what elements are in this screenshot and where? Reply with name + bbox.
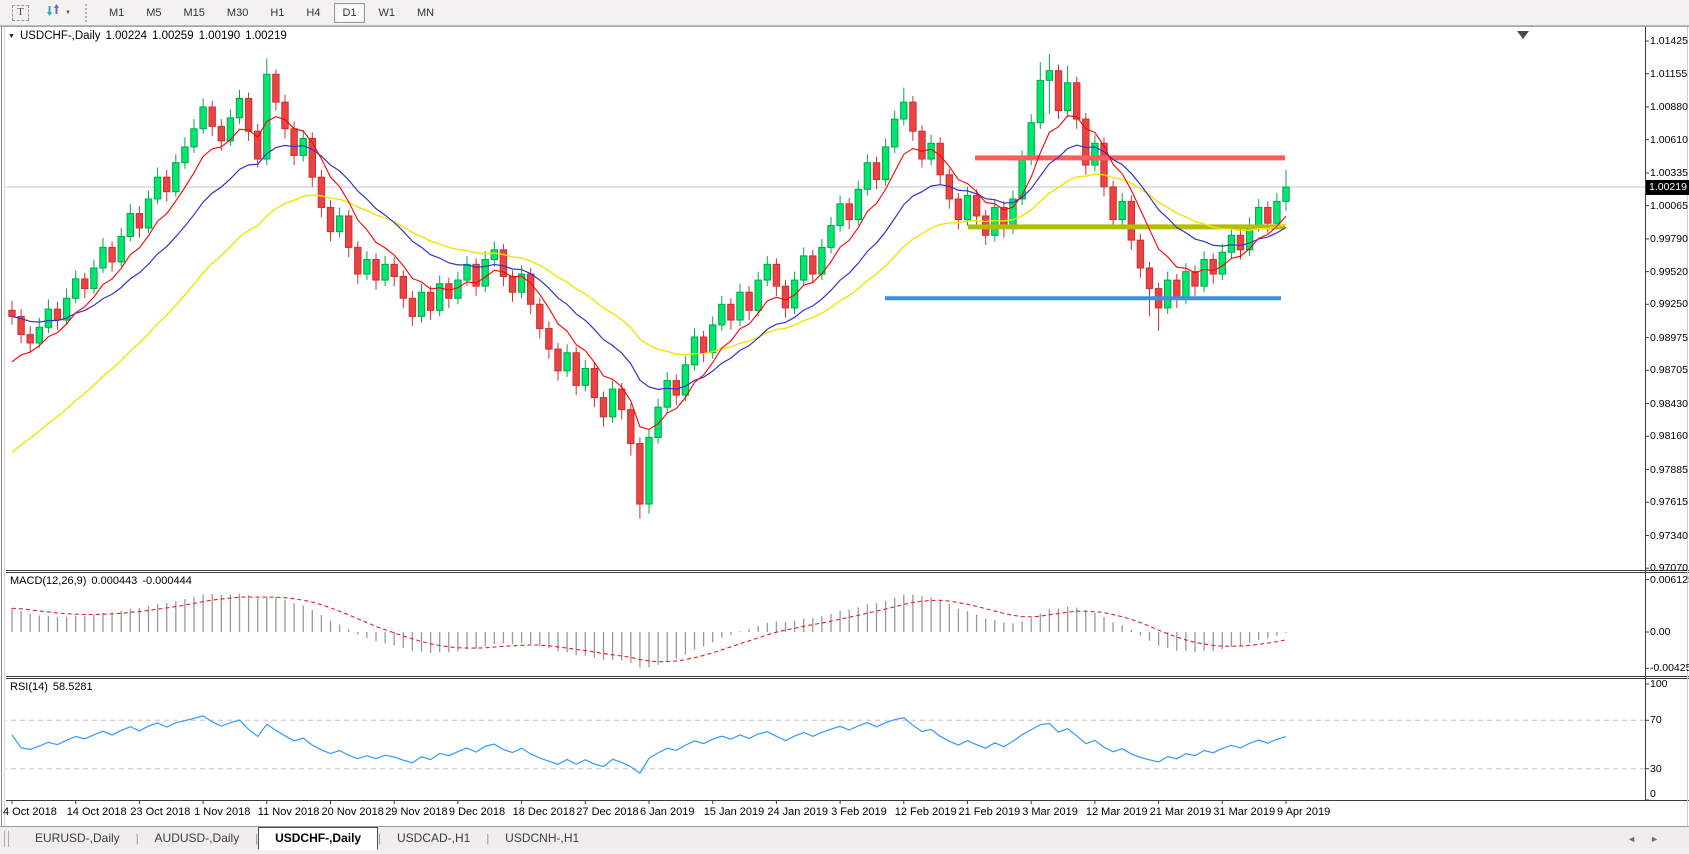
- rsi-name: RSI(14): [10, 681, 48, 693]
- price-axis-label: 0.98705: [1650, 364, 1688, 377]
- price-axis-label: 1.00880: [1650, 101, 1688, 114]
- date-axis-label: 6 Jan 2019: [640, 806, 694, 819]
- date-axis-label: 18 Dec 2018: [513, 806, 575, 819]
- chart-tab-usdcnh-h1[interactable]: USDCNH-,H1: [489, 828, 595, 849]
- date-axis-label: 9 Dec 2018: [449, 806, 505, 819]
- objects-arrows-button[interactable]: ▼: [41, 2, 75, 24]
- rsi-indicator-label: RSI(14) 58.5281: [10, 681, 98, 693]
- chart-close-value: 1.00219: [245, 30, 287, 42]
- chart-high-value: 1.00259: [152, 30, 194, 42]
- macd-signal-value: -0.000444: [142, 575, 192, 587]
- toolbar-separator[interactable]: [85, 4, 90, 22]
- date-axis-label: 11 Nov 2018: [258, 806, 320, 819]
- price-axis-label: 0.98430: [1650, 398, 1688, 411]
- date-axis-label: 31 Mar 2019: [1213, 806, 1275, 819]
- chart-tab-eurusd-daily[interactable]: EURUSD-,Daily: [19, 828, 136, 849]
- price-axis-label: 1.00610: [1650, 134, 1688, 147]
- order-arrows-icon: [45, 3, 61, 22]
- timeframe-button-h4[interactable]: H4: [298, 3, 328, 23]
- macd-name: MACD(12,26,9): [10, 575, 86, 587]
- price-axis-label: 0.97615: [1650, 496, 1688, 509]
- timeframe-button-d1[interactable]: D1: [334, 3, 364, 23]
- rsi-axis-label: 70: [1650, 714, 1662, 727]
- date-axis-label: 21 Mar 2019: [1150, 806, 1212, 819]
- chart-tab-bar: EURUSD-,Daily|AUDUSD-,Daily|USDCHF-,Dail…: [0, 826, 1689, 850]
- timeframe-button-h1[interactable]: H1: [262, 3, 292, 23]
- date-axis-label: 21 Feb 2019: [959, 806, 1021, 819]
- date-axis-label: 24 Jan 2019: [767, 806, 828, 819]
- date-axis-label: 4 Oct 2018: [3, 806, 57, 819]
- timeframe-button-m5[interactable]: M5: [138, 3, 169, 23]
- timeframe-button-m1[interactable]: M1: [101, 3, 132, 23]
- price-axis-label: 1.00335: [1650, 167, 1688, 180]
- price-axis-label: 0.97340: [1650, 530, 1688, 543]
- timeframe-button-m15[interactable]: M15: [176, 3, 213, 23]
- macd-axis-label: 0.00: [1650, 626, 1670, 639]
- timeframe-button-mn[interactable]: MN: [409, 3, 442, 23]
- rsi-axis-label: 100: [1650, 678, 1668, 691]
- macd-axis-label: 0.006125: [1650, 574, 1689, 587]
- date-axis-label: 12 Mar 2019: [1086, 806, 1148, 819]
- date-axis-label: 23 Oct 2018: [130, 806, 190, 819]
- window-bottom-edge: [0, 850, 1689, 854]
- rsi-axis-label: 30: [1650, 763, 1662, 776]
- timeframe-button-m30[interactable]: M30: [219, 3, 256, 23]
- price-axis-label: 1.01425: [1650, 35, 1688, 48]
- toolbar: T ▼ M1 M5 M15 M30 H1 H4 D1 W1MN: [0, 0, 1689, 26]
- price-axis-label: 0.98975: [1650, 332, 1688, 345]
- text-tool-icon: T: [12, 5, 29, 21]
- text-tool-button[interactable]: T: [8, 2, 33, 24]
- chart-canvas[interactable]: [0, 0, 1689, 854]
- dropdown-caret-icon: ▼: [65, 10, 71, 16]
- timeframe-button-w1[interactable]: W1: [371, 3, 404, 23]
- macd-axis-label: -0.00425: [1650, 662, 1689, 675]
- price-axis-label: 0.99250: [1650, 298, 1688, 311]
- chart-tab-usdcad-h1[interactable]: USDCAD-,H1: [381, 828, 486, 849]
- chart-open-value: 1.00224: [105, 30, 147, 42]
- chart-symbol-label: USDCHF-,Daily: [20, 30, 101, 42]
- chart-tab-usdchf-daily[interactable]: USDCHF-,Daily: [258, 827, 378, 850]
- date-axis-label: 1 Nov 2018: [194, 806, 250, 819]
- date-axis-label: 9 Apr 2019: [1277, 806, 1330, 819]
- collapse-chart-icon[interactable]: ▼: [8, 33, 15, 40]
- timeframe-bar: M1 M5 M15 M30 H1 H4 D1 W1MN: [98, 3, 445, 23]
- price-axis-label: 0.99520: [1650, 266, 1688, 279]
- price-axis-label: 1.00065: [1650, 200, 1688, 213]
- chart-shift-marker-icon[interactable]: [1517, 31, 1529, 39]
- date-axis-label: 15 Jan 2019: [704, 806, 765, 819]
- price-axis-label: 0.99790: [1650, 233, 1688, 246]
- date-axis-label: 3 Feb 2019: [831, 806, 887, 819]
- date-axis-label: 14 Oct 2018: [67, 806, 127, 819]
- chart-low-value: 1.00190: [199, 30, 241, 42]
- rsi-axis-label: 0: [1650, 788, 1656, 801]
- price-axis-label: 0.97885: [1650, 464, 1688, 477]
- date-axis-label: 20 Nov 2018: [322, 806, 384, 819]
- macd-indicator-label: MACD(12,26,9) 0.000443 -0.000444: [10, 575, 197, 587]
- date-axis-label: 29 Nov 2018: [385, 806, 447, 819]
- date-axis-label: 27 Dec 2018: [576, 806, 638, 819]
- tab-bar-grip[interactable]: [4, 831, 9, 847]
- rsi-value: 58.5281: [53, 681, 93, 693]
- tabs-scroll-right-button[interactable]: ►: [1650, 834, 1659, 844]
- price-axis-label: 1.01155: [1650, 68, 1687, 81]
- date-axis-label: 12 Feb 2019: [895, 806, 957, 819]
- price-axis-label: 0.98160: [1650, 430, 1688, 443]
- chart-header: ▼ USDCHF-,Daily 1.00224 1.00259 1.00190 …: [8, 30, 287, 42]
- date-axis-label: 3 Mar 2019: [1022, 806, 1078, 819]
- tabs-scroll-left-button[interactable]: ◄: [1627, 834, 1636, 844]
- macd-value: 0.000443: [91, 575, 137, 587]
- current-price-box: 1.00219: [1646, 180, 1689, 195]
- chart-tab-audusd-daily[interactable]: AUDUSD-,Daily: [139, 828, 256, 849]
